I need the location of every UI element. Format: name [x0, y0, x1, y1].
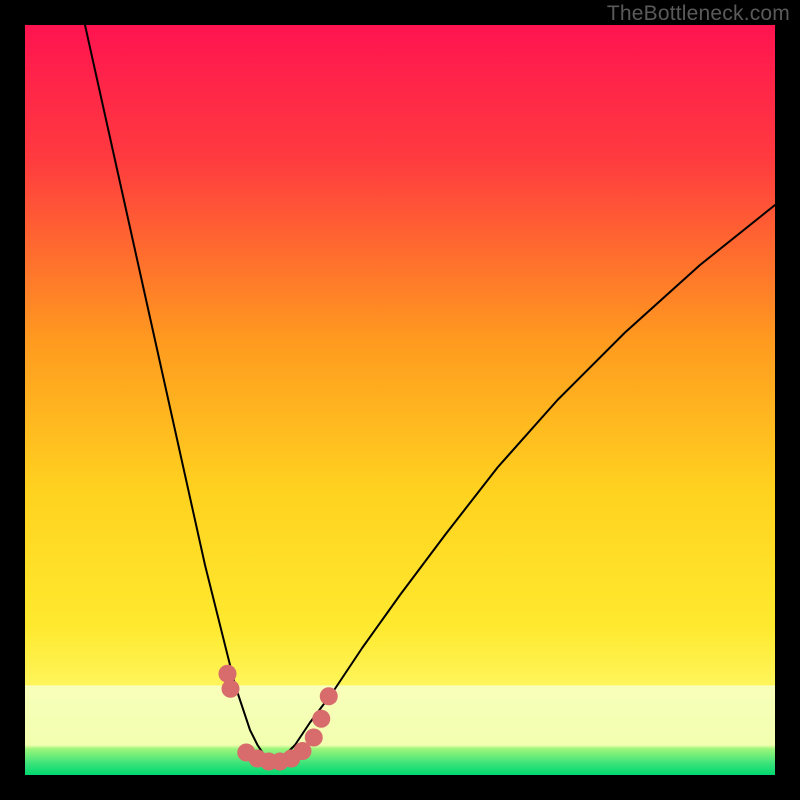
chart-frame: TheBottleneck.com	[0, 0, 800, 800]
chart-svg	[25, 25, 775, 775]
highlight-point	[222, 680, 240, 698]
plot-area	[25, 25, 775, 775]
highlight-point	[320, 687, 338, 705]
highlight-point	[305, 729, 323, 747]
gradient-background	[25, 25, 775, 775]
watermark-text: TheBottleneck.com	[607, 2, 790, 26]
highlight-point	[219, 665, 237, 683]
highlight-point	[312, 710, 330, 728]
